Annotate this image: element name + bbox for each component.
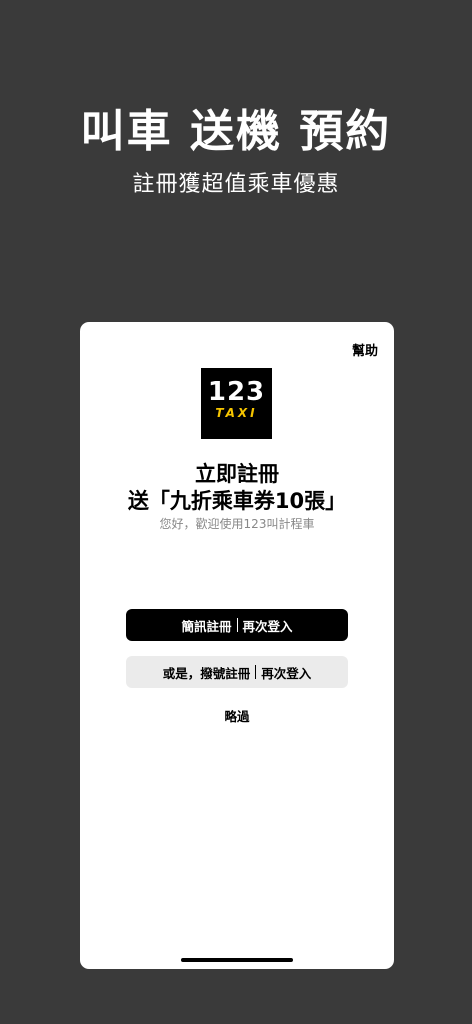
hero-title: 叫車 送機 預約 bbox=[80, 106, 392, 157]
logo-word: TAXI bbox=[215, 406, 258, 420]
phone-register-label: 或是，撥號註冊 bbox=[162, 665, 251, 681]
phone-register-button[interactable]: 或是，撥號註冊 再次登入 bbox=[126, 656, 348, 688]
button-divider bbox=[255, 665, 257, 679]
sms-login-label: 再次登入 bbox=[242, 618, 293, 634]
promo-offer: 送「九折乘車券10張」 bbox=[127, 489, 347, 513]
logo-number: 123 bbox=[207, 377, 266, 407]
phone-login-label: 再次登入 bbox=[261, 665, 312, 681]
skip-link[interactable]: 略過 bbox=[80, 708, 394, 726]
app-logo: 123 TAXI bbox=[201, 368, 272, 439]
welcome-text: 您好，歡迎使用123叫計程車 bbox=[159, 517, 315, 531]
promo-heading: 立即註冊 bbox=[195, 462, 279, 486]
home-indicator bbox=[181, 958, 293, 962]
sms-register-button[interactable]: 簡訊註冊 再次登入 bbox=[126, 609, 348, 641]
help-link[interactable]: 幫助 bbox=[352, 340, 378, 359]
sms-register-label: 簡訊註冊 bbox=[181, 618, 232, 634]
hero-subtitle: 註冊獲超值乘車優惠 bbox=[132, 172, 340, 197]
registration-card: 幫助 123 TAXI 立即註冊 送「九折乘車券10張」 您好，歡迎使用123叫… bbox=[80, 322, 394, 969]
button-divider bbox=[236, 618, 238, 632]
